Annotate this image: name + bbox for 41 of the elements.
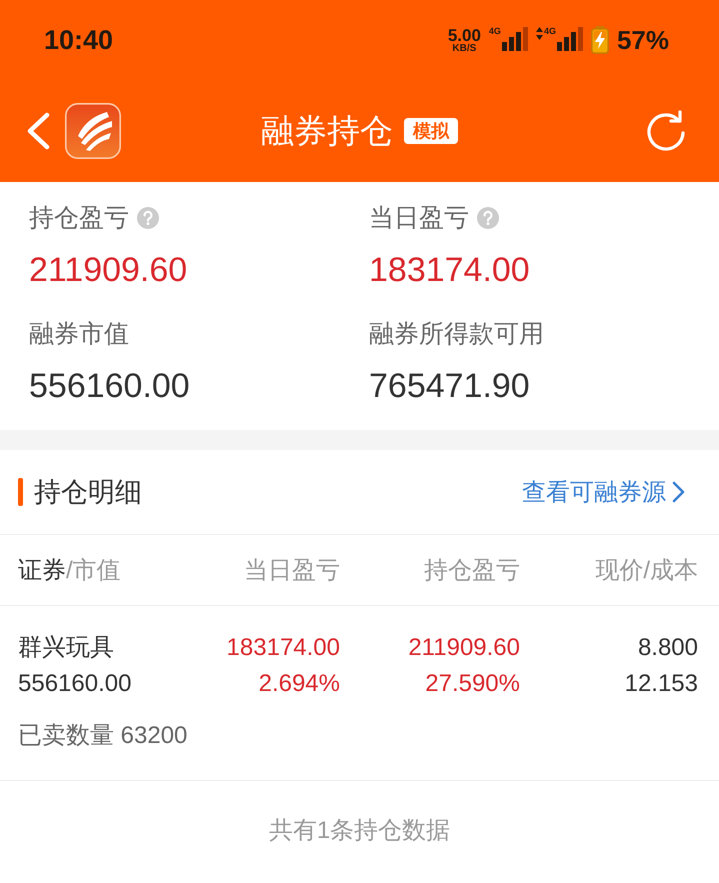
table-cell-text: 556160.00 (18, 669, 132, 699)
back-icon[interactable] (25, 111, 51, 151)
simulation-badge: 模拟 (404, 118, 458, 144)
view-sources-link[interactable]: 查看可融券源 (522, 476, 685, 508)
metric-value: 765471.90 (369, 366, 530, 407)
table-cell-text: 183174.00 (226, 633, 340, 663)
metric-value: 211909.60 (29, 250, 188, 291)
metric-label: 持仓盈亏 (29, 203, 129, 234)
table-cell-text: 211909.60 (408, 633, 520, 663)
column-header: 证券 (18, 557, 66, 584)
speed-unit: KB/S (452, 44, 476, 54)
column-header: 持仓盈亏 (424, 557, 520, 584)
network-speed: 5.00 (448, 26, 481, 44)
table-cell-text: 27.590% (425, 669, 520, 699)
metric-value: 183174.00 (369, 250, 530, 291)
sold-quantity: 已卖数量 63200 (18, 721, 188, 751)
accent-bar-icon (18, 478, 23, 506)
help-icon[interactable] (477, 207, 499, 229)
network-type-label: 4G (488, 27, 501, 36)
network-type-label: 4G (544, 27, 556, 36)
metric-value: 556160.00 (29, 366, 190, 407)
table-cell-text: 12.153 (624, 669, 698, 699)
chevron-right-icon (672, 481, 685, 503)
column-header: 当日盈亏 (244, 557, 340, 584)
status-time: 10:40 (44, 24, 114, 56)
record-count: 共有1条持仓数据 (268, 816, 450, 846)
column-header: 现价/成本 (595, 557, 698, 584)
signal-icon (502, 27, 528, 51)
page-title: 融券持仓 (261, 111, 393, 151)
battery-percent: 57% (616, 24, 669, 56)
help-icon[interactable] (137, 207, 159, 229)
signal-icon (556, 27, 583, 51)
table-cell-text: 群兴玩具 (18, 633, 114, 663)
metric-label: 融券所得款可用 (369, 319, 544, 350)
table-cell-text: 8.800 (638, 633, 698, 663)
section-title: 持仓明细 (34, 476, 142, 509)
metric-label: 融券市值 (29, 319, 129, 350)
app-logo-icon (65, 103, 121, 159)
table-cell-text: 2.694% (258, 669, 340, 699)
column-header: /市值 (66, 557, 121, 584)
metric-label: 当日盈亏 (369, 203, 469, 234)
